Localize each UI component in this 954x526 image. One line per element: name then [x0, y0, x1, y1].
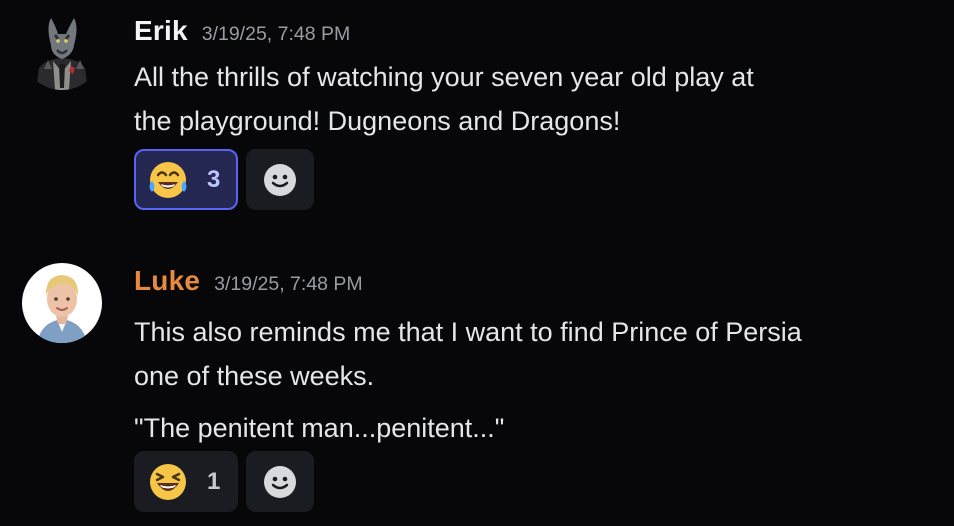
- message-line: one of these weeks.: [134, 361, 375, 391]
- smile-add-reaction-icon: [264, 465, 296, 498]
- reaction-count: 3: [207, 165, 221, 193]
- werewolf-avatar-icon: [22, 10, 102, 90]
- grinning-squinting-face-icon: [150, 463, 186, 500]
- message-line: "The penitent man...penitent...": [134, 413, 505, 443]
- reactions: 1: [134, 451, 314, 512]
- message-content: This also reminds me that I want to find…: [134, 310, 934, 450]
- add-reaction-button[interactable]: [246, 451, 314, 512]
- avatar[interactable]: [22, 10, 102, 90]
- message-header: Luke 3/19/25, 7:48 PM: [134, 262, 363, 300]
- smile-add-reaction-icon: [264, 163, 296, 196]
- message-header: Erik 3/19/25, 7:48 PM: [134, 12, 350, 50]
- add-reaction-button[interactable]: [246, 149, 314, 210]
- timestamp: 3/19/25, 7:48 PM: [214, 273, 363, 295]
- reaction-button[interactable]: 1: [134, 451, 238, 512]
- message-line: All the thrills of watching your seven y…: [134, 62, 754, 92]
- username[interactable]: Luke: [134, 262, 200, 300]
- reaction-button[interactable]: 3: [134, 149, 238, 210]
- face-with-tears-of-joy-icon: [149, 161, 187, 198]
- reactions: 3: [134, 149, 314, 210]
- message-line: the playground! Dugneons and Dragons!: [134, 106, 621, 136]
- chat-messages: Erik 3/19/25, 7:48 PM All the thrills of…: [0, 0, 954, 526]
- reaction-count: 1: [207, 467, 221, 495]
- timestamp: 3/19/25, 7:48 PM: [201, 23, 351, 45]
- message-content: All the thrills of watching your seven y…: [134, 55, 934, 143]
- avatar[interactable]: [22, 263, 102, 343]
- message-line: This also reminds me that I want to find…: [134, 317, 802, 347]
- username[interactable]: Erik: [134, 12, 188, 50]
- person-photo-avatar-icon: [22, 263, 102, 343]
